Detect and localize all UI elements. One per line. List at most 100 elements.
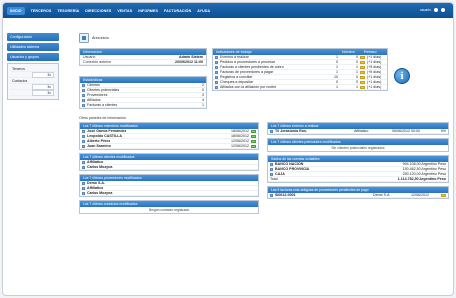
cheque-icon (215, 80, 218, 84)
users-icon (82, 83, 85, 87)
last-customers-panel: Los 7 últimos clientes modificados Affil… (79, 153, 259, 171)
work-count: 1 (336, 70, 338, 74)
other-panels-label: Otros paneles de información (79, 116, 126, 120)
stats-label: Afiliados (87, 98, 101, 102)
info-icon: i (394, 68, 410, 84)
menu-informes[interactable]: INFORMES (138, 9, 158, 13)
work-count: 1 (336, 65, 338, 69)
account-balance: 150.462,50 Argentino Peso (402, 167, 446, 171)
cash-icon (270, 172, 273, 176)
menu-ventas[interactable]: VENTAS (117, 9, 132, 13)
invoice-icon (270, 193, 273, 197)
menu-direcciones[interactable]: DIRECCIONES (85, 9, 111, 13)
main-area: Área inicio Información Usuario Admin Si… (79, 31, 451, 217)
work-count: 10 (334, 75, 338, 79)
order-icon (215, 60, 218, 64)
item-name: José García Fernández (87, 129, 127, 133)
work-late: (+1 días) (367, 55, 382, 59)
invoice-date: 12/06/2012 (411, 193, 429, 197)
menu-facturacion[interactable]: FACTURACIÓN (164, 9, 191, 13)
counter-value: 3x (32, 90, 54, 96)
sidebar-utilities-button[interactable]: Utilidades sistema (7, 43, 59, 51)
total-value: 1.114.782,50 Argentino Peso (397, 177, 446, 181)
status-icon (251, 144, 256, 148)
item-name: Affiliatico (87, 160, 104, 164)
account-name: CAJA (275, 172, 285, 176)
bank-icon (215, 75, 218, 79)
warning-icon (360, 70, 365, 74)
work-label: Eventos a realizar (220, 55, 249, 59)
list-item[interactable]: SI0612-0001 Demo S.A. 12/06/2012 (268, 193, 448, 198)
work-late: (+1 días) (367, 60, 382, 64)
last-suppliers-panel: Los 7 últimos proveedores modificados De… (79, 174, 259, 197)
work-delay: 1 (356, 85, 358, 89)
warning-icon (360, 75, 365, 79)
menu-inicio[interactable]: INICIO (7, 6, 25, 15)
list-item[interactable]: T0 Jorasionia Ros. Affiliatico 05/06/2012 … (268, 129, 448, 134)
sidebar-counter-box: Terceros 3x Contactos 3x 3x (7, 63, 59, 100)
stats-panel: Estadísticas Clientes 2 Clientes potencia… (79, 76, 207, 109)
work-delay: 0 (356, 75, 358, 79)
item-name: Affiliatico (87, 186, 104, 190)
column-header-number: Número (342, 50, 355, 54)
account-total-row: Total 1.114.782,50 Argentino Peso (268, 177, 448, 182)
event-ref: T0 Jorasionia Ros. (275, 129, 307, 133)
warning-icon (360, 80, 365, 84)
work-delay: 1 (356, 65, 358, 69)
stats-label: Proveedores (87, 93, 108, 97)
info-row: Conexión anterior 20/09/2012 11:00 (80, 60, 206, 65)
menu-terceros[interactable]: TERCEROS (31, 9, 52, 13)
stats-label: Clientes (87, 83, 100, 87)
sidebar-counter-value-row: 3x (10, 72, 56, 78)
item-name: Carlos Mozyna (87, 165, 113, 169)
panel-title: Indicadores de trabajo (216, 50, 252, 54)
list-item[interactable]: Carlos Mozyna (80, 165, 258, 170)
menu-tesoreria[interactable]: TESORERÍA (57, 9, 79, 13)
work-late: (+5 días) (367, 65, 382, 69)
event-date: 05/06/2012 00:00 (392, 129, 420, 133)
work-late: (+1 días) (367, 85, 382, 89)
member-icon (82, 144, 85, 148)
logout-icon[interactable] (441, 8, 445, 12)
counter-label: Terceros (12, 67, 26, 71)
menu-ayuda[interactable]: AYUDA (197, 9, 210, 13)
info-value: 20/09/2012 11:00 (175, 60, 203, 64)
user-area[interactable]: usuario (420, 8, 445, 12)
item-date: 12/06/2012 (231, 144, 249, 148)
empty-message: Ningún contacto registrado (148, 208, 190, 212)
item-date: 18/06/2012 (231, 129, 249, 133)
sidebar-config-button[interactable]: Configuración (7, 33, 59, 41)
work-count: 1 (336, 85, 338, 89)
work-label: Registros a conciliar (220, 75, 253, 79)
status-icon (251, 134, 256, 138)
sidebar-users-button[interactable]: Usuarios y grupos (7, 53, 59, 61)
info-key: Usuario (83, 55, 96, 59)
info-panel: Información Usuario Admin Sistem Conexió… (79, 48, 207, 66)
warning-icon (360, 65, 365, 69)
item-name: Alberto Pérez (87, 139, 111, 143)
work-delay: 0 (356, 55, 358, 59)
warning-icon (441, 193, 446, 197)
info-key: Conexión anterior (83, 60, 112, 64)
stats-value: 1 (202, 103, 204, 107)
status-icon (251, 139, 256, 143)
calendar-icon (215, 55, 218, 59)
total-label: Total (270, 177, 278, 181)
work-late: (+1 días) (367, 75, 382, 79)
stats-row[interactable]: Facturas a clientes 1 (80, 103, 206, 108)
work-label: Cheques a depositar (220, 80, 254, 84)
work-label: Facturas de proveedores a pagar (220, 70, 274, 74)
invoice-icon (215, 70, 218, 74)
list-item[interactable]: Juan Sarmino 12/06/2012 (80, 144, 258, 149)
account-name: BANCO NACION (275, 162, 304, 166)
work-late: (+1 días) (367, 80, 382, 84)
events-panel: Los 7 últimos eventos a realizar T0 Jora… (267, 122, 449, 135)
warning-icon (360, 60, 365, 64)
work-row[interactable]: Afiliados con la afiliación por recibir 1… (213, 85, 387, 90)
empty-message: Sin clientes potenciales registrados (331, 146, 385, 150)
list-item[interactable]: Carlos Mozyna (80, 191, 258, 196)
page-title: Área inicio (92, 36, 109, 40)
counter-label: Contactos (12, 79, 28, 83)
company-icon (82, 186, 85, 190)
work-label: Facturas a clientes pendientes de cobro (220, 65, 284, 69)
